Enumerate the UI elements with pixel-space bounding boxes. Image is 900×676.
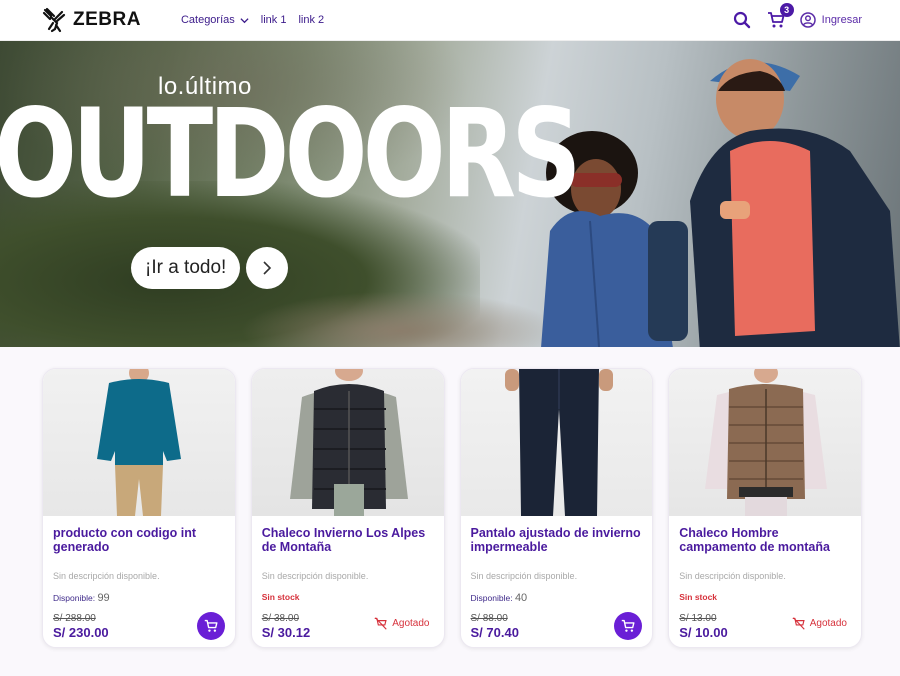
- sold-out-indicator: Agotado: [374, 617, 430, 630]
- cart-icon: [204, 619, 218, 632]
- sold-out-indicator: Agotado: [792, 617, 847, 630]
- add-to-cart-button[interactable]: [196, 612, 225, 640]
- product-grid: producto con codigo int generado Sin des…: [42, 368, 862, 648]
- nav-categories-label: Categorías: [180, 14, 235, 26]
- sold-out-label: Agotado: [392, 618, 430, 629]
- product-description: Sin descripción disponible.: [679, 571, 786, 581]
- price-original: S/ 288.00: [53, 613, 96, 624]
- nav-categories[interactable]: Categorías: [181, 14, 249, 26]
- product-image[interactable]: [669, 369, 861, 516]
- price-sale: S/ 10.00: [679, 625, 728, 640]
- hero-title: OUTDOORS: [0, 83, 582, 225]
- cart-button[interactable]: 3: [766, 3, 794, 30]
- stock-label: Disponible:: [53, 593, 96, 603]
- product-stock: Disponible: 40: [471, 592, 643, 604]
- product-description: Sin descripción disponible.: [261, 571, 369, 581]
- chevron-down-icon: [240, 17, 249, 23]
- product-description: Sin descripción disponible.: [470, 571, 578, 581]
- price-original: S/ 13.00: [679, 613, 717, 624]
- nav-link-2[interactable]: link 2: [298, 14, 324, 26]
- stock-label: Disponible:: [470, 593, 513, 603]
- product-title[interactable]: Pantalo ajustado de invierno impermeable: [471, 526, 643, 560]
- zebra-logo-icon: [42, 7, 66, 33]
- search-button[interactable]: [732, 10, 752, 30]
- no-cart-icon: [374, 617, 387, 630]
- sold-out-label: Agotado: [809, 618, 847, 629]
- price-sale: S/ 230.00: [53, 625, 109, 640]
- hiker-orange-sweater-image: [690, 59, 900, 347]
- man-teal-shirt-image: [97, 369, 181, 516]
- stock-count: 40: [514, 592, 528, 604]
- chevron-right-icon: [263, 261, 272, 275]
- product-title[interactable]: producto con codigo int generado: [53, 526, 225, 560]
- nav-link-1-label: link 1: [260, 14, 287, 26]
- brand-logo[interactable]: ZEBRA: [42, 7, 141, 33]
- login-label: Ingresar: [821, 14, 862, 26]
- product-card[interactable]: Chaleco Hombre campamento de montaña Sin…: [668, 368, 862, 648]
- navy-pants-image: [504, 369, 613, 516]
- product-image[interactable]: [43, 369, 235, 516]
- hero-next-button[interactable]: [246, 247, 288, 289]
- product-stock: Sin stock: [262, 592, 434, 602]
- price-sale: S/ 30.12: [261, 625, 311, 640]
- stock-count: 99: [97, 592, 110, 604]
- cart-icon: [622, 619, 635, 632]
- nav-link-1[interactable]: link 1: [261, 14, 287, 26]
- product-image[interactable]: [251, 369, 444, 516]
- product-stock: Sin stock: [679, 592, 851, 602]
- stock-label: Sin stock: [261, 592, 300, 602]
- price-original: S/ 38.00: [261, 613, 300, 624]
- product-image[interactable]: [460, 369, 653, 516]
- search-icon: [733, 11, 750, 29]
- header-actions: 3 Ingresar: [732, 3, 862, 30]
- hero-background-path: [240, 291, 560, 347]
- product-description: Sin descripción disponible.: [53, 571, 160, 581]
- login-button[interactable]: Ingresar: [799, 12, 862, 28]
- man-black-puffer-vest-image: [289, 369, 408, 516]
- man-brown-puffer-vest-image: [705, 369, 828, 516]
- price-original: S/ 88.00: [470, 613, 508, 624]
- main-nav: Categorías link 1 link 2: [181, 14, 324, 26]
- cart-count-badge: 3: [779, 3, 794, 17]
- no-cart-icon: [792, 617, 805, 630]
- hero-cta-button[interactable]: ¡Ir a todo!: [131, 247, 241, 289]
- product-title[interactable]: Chaleco Hombre campamento de montaña: [679, 526, 851, 560]
- nav-link-2-label: link 2: [298, 14, 325, 26]
- product-title[interactable]: Chaleco Invierno Los Alpes de Montaña: [262, 526, 434, 560]
- add-to-cart-button[interactable]: [614, 612, 643, 640]
- price-sale: S/ 70.40: [470, 625, 519, 640]
- hero-banner[interactable]: lo.último OUTDOORS ¡Ir a todo!: [0, 41, 900, 347]
- brand-name: ZEBRA: [73, 9, 141, 30]
- product-stock: Disponible: 99: [53, 592, 225, 604]
- user-icon: [799, 12, 816, 28]
- top-header: ZEBRA Categorías link 1 link 2 3 Ingresa…: [0, 0, 900, 41]
- stock-label: Sin stock: [679, 592, 718, 602]
- product-card[interactable]: Pantalo ajustado de invierno impermeable…: [459, 368, 654, 648]
- product-card[interactable]: Chaleco Invierno Los Alpes de Montaña Si…: [250, 368, 445, 648]
- product-card[interactable]: producto con codigo int generado Sin des…: [42, 368, 236, 648]
